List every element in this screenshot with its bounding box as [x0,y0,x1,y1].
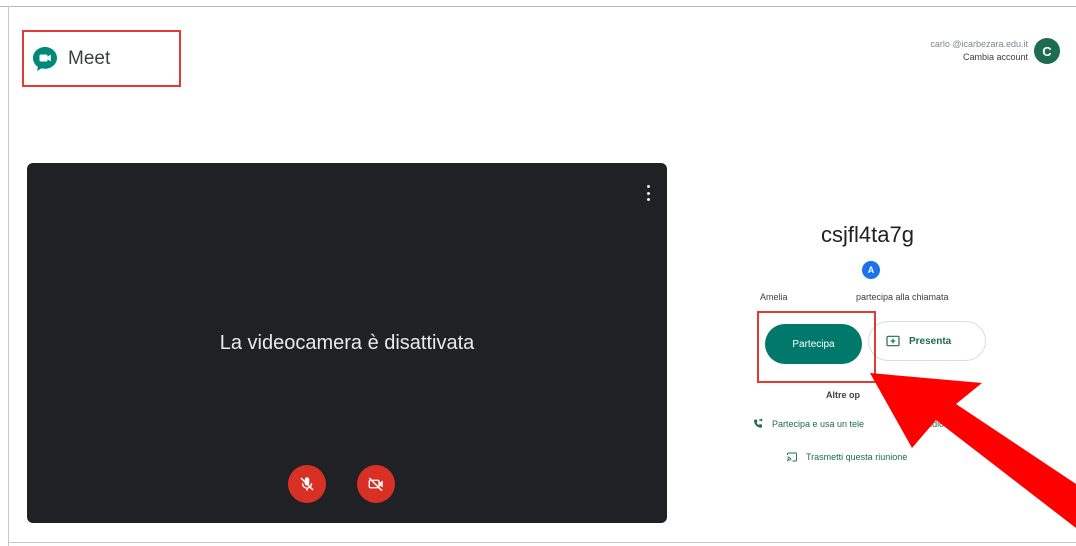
app-name: Meet [68,47,111,69]
meet-logo-highlight[interactable]: Meet [22,30,181,87]
present-button[interactable]: Presenta [868,321,986,361]
toggle-camera-button[interactable] [357,465,395,503]
meeting-code: csjfl4ta7g [821,222,914,247]
toggle-microphone-button[interactable] [288,465,326,503]
cast-meeting-label: Trasmetti questa riunione [806,452,908,462]
more-vert-icon [646,185,650,188]
participant-status: partecipa alla chiamata [856,292,949,302]
video-preview: La videocamera è disattivata [27,163,667,523]
account-avatar[interactable]: C [1034,38,1060,64]
more-options-label: Altre op [826,390,861,400]
phone-forward-icon [754,418,763,428]
cast-meeting-link[interactable]: Trasmetti questa riunione [786,451,907,463]
camera-off-message: La videocamera è disattivata [219,332,475,354]
join-with-phone-suffix: audio [922,419,945,429]
account-info: carlo @icarbezara.edu.it Cambia account [930,38,1028,64]
mic-off-icon [300,477,314,491]
participant-avatar: A [862,261,880,279]
meet-logo-icon [33,46,57,71]
cast-icon [787,452,797,462]
participant-name: Amelia [760,292,788,302]
account-email: carlo @icarbezara.edu.it [930,39,1028,49]
join-button-highlight [757,311,876,383]
more-options-button[interactable] [645,185,651,201]
videocam-off-icon [368,477,383,492]
join-with-phone-link[interactable]: Partecipa e usa un tele audio [752,418,944,430]
join-with-phone-label: Partecipa e usa un tele [772,419,865,429]
present-label: Presenta [909,335,952,347]
window-top-border [0,6,1076,7]
window-left-border [8,6,9,546]
window-bottom-border [8,542,1076,543]
present-to-all-icon [886,335,900,347]
switch-account-link[interactable]: Cambia account [930,51,1028,64]
